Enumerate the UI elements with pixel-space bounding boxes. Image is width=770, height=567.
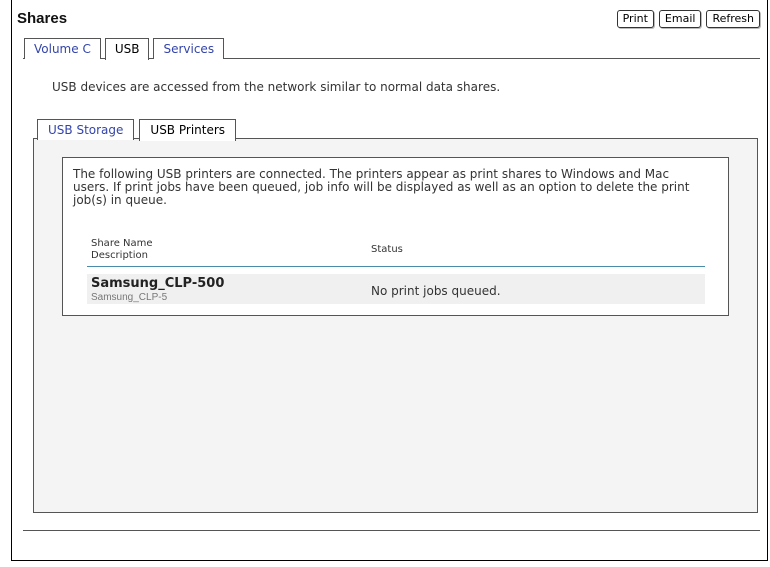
tab-usb[interactable]: USB <box>104 38 150 60</box>
printer-status: No print jobs queued. <box>371 284 501 298</box>
tab-services[interactable]: Services <box>153 38 225 59</box>
column-header-status: Status <box>371 244 403 255</box>
printer-share-name: Samsung_CLP-500 <box>91 276 225 291</box>
tab-usb-storage[interactable]: USB Storage <box>37 119 135 140</box>
email-button[interactable]: Email <box>658 10 702 28</box>
sub-tabs: USB Storage USB Printers <box>37 119 241 141</box>
info-line-2: users. If print jobs have been queued, j… <box>73 180 690 194</box>
info-description: The following USB printers are connected… <box>73 168 723 207</box>
table-header-rule <box>87 266 705 267</box>
info-line-3: job(s) in queue. <box>73 193 167 207</box>
print-button[interactable]: Print <box>616 10 654 28</box>
main-tabs: Volume C USB Services <box>24 38 228 60</box>
column-header-description: Description <box>91 250 148 261</box>
refresh-button[interactable]: Refresh <box>706 10 760 28</box>
column-header-share-name: Share Name <box>91 238 153 249</box>
page-title: Shares <box>17 10 68 27</box>
tab-volume-c[interactable]: Volume C <box>24 38 101 59</box>
tab-usb-printers[interactable]: USB Printers <box>139 119 237 141</box>
column-header-share: Share Name Description <box>91 238 153 262</box>
header-toolbar: Print Email Refresh <box>616 10 760 28</box>
intro-text: USB devices are accessed from the networ… <box>52 80 501 94</box>
printer-description: Samsung_CLP-5 <box>91 292 168 303</box>
